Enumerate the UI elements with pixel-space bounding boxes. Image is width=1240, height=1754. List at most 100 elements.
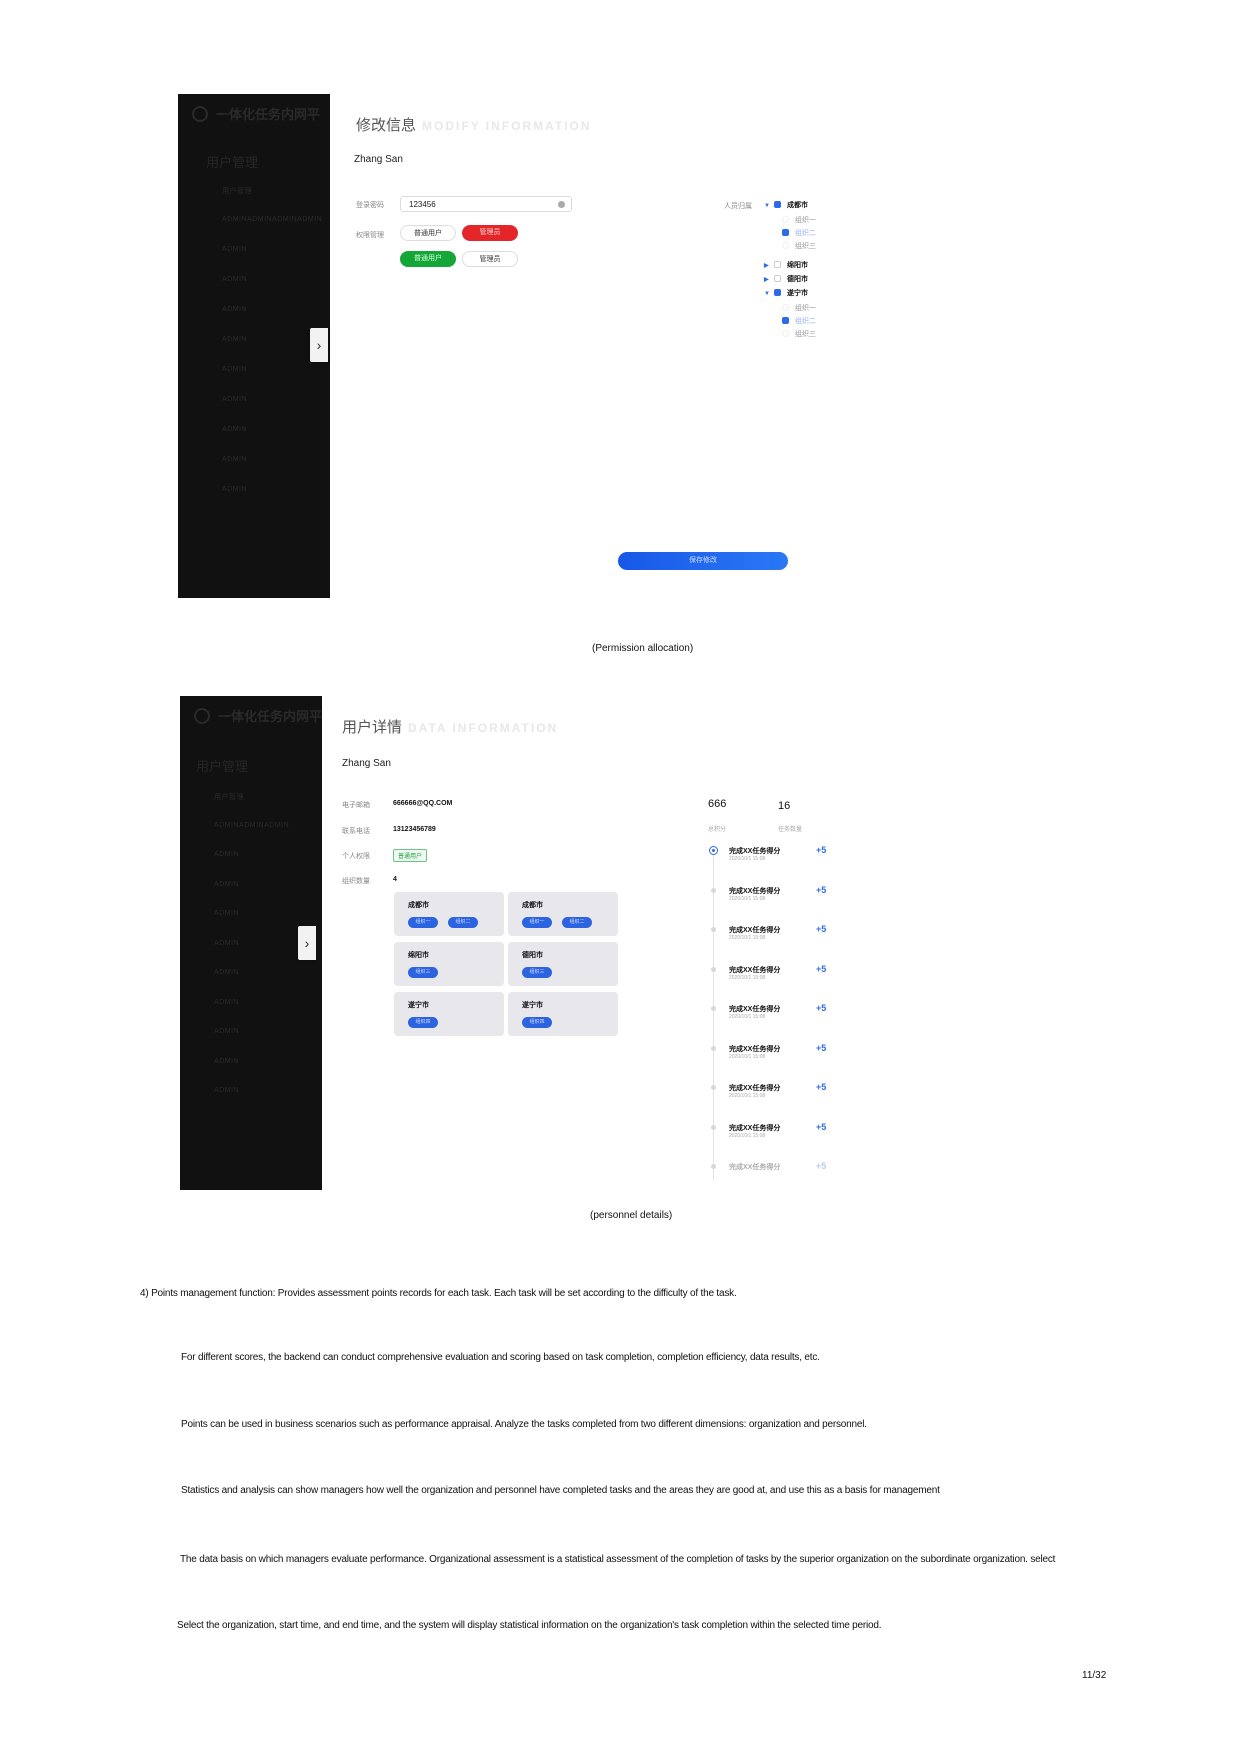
logo-icon bbox=[192, 106, 208, 122]
sidebar-item[interactable]: ADMIN bbox=[214, 1058, 239, 1065]
timeline-dot bbox=[711, 1045, 716, 1051]
timeline-dot bbox=[711, 927, 716, 932]
sidebar-item[interactable]: ADMIN bbox=[222, 486, 247, 493]
sidebar-item[interactable]: ADMIN bbox=[222, 396, 247, 403]
tree-node[interactable]: ▼ 遂宁市 bbox=[764, 288, 808, 298]
password-field[interactable]: 123456 bbox=[400, 196, 572, 212]
tree-node[interactable]: ▶ 绵阳市 bbox=[764, 260, 808, 270]
role-normal-user-pill-active[interactable]: 普通用户 bbox=[400, 251, 456, 267]
tree-subnode[interactable]: 组织二 bbox=[782, 228, 816, 238]
checkbox[interactable] bbox=[782, 229, 789, 236]
paragraph-5: The data basis on which managers evaluat… bbox=[180, 1554, 1056, 1565]
role-admin-pill-inactive[interactable]: 管理员 bbox=[462, 251, 518, 267]
tree-subnode[interactable]: 组织一 bbox=[782, 215, 816, 225]
org-chip[interactable]: 组织三 bbox=[522, 967, 552, 978]
org-city: 遂宁市 bbox=[522, 1002, 543, 1009]
org-chip[interactable]: 组织二 bbox=[448, 917, 478, 928]
sidebar-item[interactable]: ADMIN bbox=[222, 276, 247, 283]
sidebar-item[interactable]: ADMIN bbox=[214, 1028, 239, 1035]
sidebar-item[interactable]: ADMIN bbox=[214, 969, 239, 976]
page-title: 用户详情 DATA INFORMATION bbox=[342, 716, 558, 737]
caret-down-icon[interactable]: ▼ bbox=[764, 291, 774, 297]
sidebar-item[interactable]: ADMIN bbox=[214, 1087, 239, 1094]
tree-subnode-label: 组织三 bbox=[795, 331, 816, 338]
org-city: 成都市 bbox=[522, 902, 543, 909]
sidebar: 一体化任务内网平 用户管理 用户管理ADMINADMINADMINADMINAD… bbox=[178, 94, 330, 598]
sidebar-item[interactable]: ADMIN bbox=[222, 426, 247, 433]
password-value: 123456 bbox=[409, 200, 436, 209]
org-count-value: 4 bbox=[393, 876, 397, 883]
paragraph-1: 4) Points management function: Provides … bbox=[140, 1288, 737, 1299]
sidebar-item[interactable]: ADMIN bbox=[214, 940, 239, 947]
caret-right-icon[interactable]: ▶ bbox=[764, 262, 774, 269]
timeline-date: 2020/10/1 15:08 bbox=[729, 856, 766, 862]
sidebar-item[interactable]: ADMIN bbox=[222, 456, 247, 463]
tree-label: 人员归属 bbox=[724, 203, 752, 210]
timeline-date: 2020/10/1 15:08 bbox=[729, 1132, 766, 1139]
caret-down-icon[interactable]: ▼ bbox=[764, 203, 774, 209]
sidebar-item[interactable]: ADMINADMINADMIN bbox=[214, 822, 289, 829]
sidebar-group-label[interactable]: 用户管理 bbox=[196, 756, 248, 775]
expand-sidebar-button[interactable]: › bbox=[298, 926, 316, 960]
org-chip[interactable]: 组织一 bbox=[522, 917, 552, 928]
page-number: 11/32 bbox=[1082, 1670, 1107, 1681]
checkbox[interactable] bbox=[782, 317, 789, 324]
save-button[interactable]: 保存修改 bbox=[618, 552, 788, 570]
role-admin-pill[interactable]: 管理员 bbox=[462, 225, 518, 241]
checkbox[interactable] bbox=[774, 289, 781, 296]
org-chip[interactable]: 组织四 bbox=[522, 1017, 552, 1028]
org-card: 遂宁市 组织四 bbox=[508, 992, 618, 1036]
tree-node[interactable]: ▶ 德阳市 bbox=[764, 274, 808, 284]
password-label: 登录密码 bbox=[356, 202, 384, 209]
tree-subnode[interactable]: 组织一 bbox=[782, 303, 816, 313]
sidebar-item[interactable]: ADMIN bbox=[214, 910, 239, 917]
caption-permission: (Permission allocation) bbox=[592, 643, 694, 654]
timeline-dot bbox=[711, 966, 716, 972]
sidebar-item[interactable]: ADMIN bbox=[214, 881, 239, 888]
tree-node[interactable]: ▼ 成都市 bbox=[764, 200, 808, 210]
sidebar-item[interactable]: ADMIN bbox=[214, 851, 239, 858]
tree-subnode[interactable]: 组织二 bbox=[782, 316, 816, 326]
checkbox[interactable] bbox=[774, 201, 781, 208]
org-city: 绵阳市 bbox=[408, 952, 429, 959]
paragraph-2: For different scores, the backend can co… bbox=[181, 1352, 820, 1363]
tree-subnode[interactable]: 组织三 bbox=[782, 241, 816, 251]
sidebar-item[interactable]: 用户管理 bbox=[222, 186, 252, 196]
org-chip[interactable]: 组织二 bbox=[562, 917, 592, 928]
timeline-points: +50 bbox=[816, 924, 826, 934]
checkbox[interactable] bbox=[774, 275, 781, 282]
timeline-points: +50 bbox=[816, 1082, 826, 1092]
timeline-points: +50 bbox=[816, 845, 826, 855]
tree-subnode-label: 组织二 bbox=[795, 318, 816, 325]
page-title-cn: 修改信息 bbox=[356, 117, 417, 134]
org-chip[interactable]: 组织一 bbox=[408, 917, 438, 928]
org-chip[interactable]: 组织三 bbox=[408, 967, 438, 978]
checkbox[interactable] bbox=[782, 330, 789, 337]
clear-icon[interactable] bbox=[558, 201, 565, 208]
sidebar-item[interactable]: 用户管理 bbox=[214, 792, 244, 802]
sidebar-item[interactable]: ADMIN bbox=[222, 336, 247, 343]
sidebar-item[interactable]: ADMIN bbox=[222, 366, 247, 373]
tree-subnode[interactable]: 组织三 bbox=[782, 329, 816, 339]
sidebar-group-label[interactable]: 用户管理 bbox=[206, 152, 258, 171]
chevron-right-icon: › bbox=[316, 337, 322, 353]
org-chip[interactable]: 组织四 bbox=[408, 1017, 438, 1028]
role-normal-user-pill[interactable]: 普通用户 bbox=[400, 225, 456, 241]
checkbox[interactable] bbox=[782, 304, 789, 311]
email-value: 666666@QQ.COM bbox=[393, 800, 453, 807]
checkbox[interactable] bbox=[782, 242, 789, 249]
checkbox[interactable] bbox=[782, 216, 789, 223]
expand-sidebar-button[interactable]: › bbox=[310, 328, 328, 362]
tree-subnode-label: 组织三 bbox=[795, 243, 816, 250]
sidebar-item[interactable]: ADMIN bbox=[222, 306, 247, 313]
org-card: 德阳市 组织三 bbox=[508, 942, 618, 986]
sidebar-item[interactable]: ADMIN bbox=[222, 246, 247, 253]
sidebar-item[interactable]: ADMINADMINADMINADMIN bbox=[222, 216, 322, 223]
timeline-title: 完成XX任务得分 bbox=[729, 966, 781, 974]
timeline-date: 2020/10/1 15:08 bbox=[729, 895, 766, 902]
phone-label: 联系电话 bbox=[342, 828, 370, 835]
sidebar-item[interactable]: ADMIN bbox=[214, 999, 239, 1006]
caret-right-icon[interactable]: ▶ bbox=[764, 276, 774, 283]
brand: 一体化任务内网平 bbox=[192, 104, 320, 123]
checkbox[interactable] bbox=[774, 261, 781, 268]
